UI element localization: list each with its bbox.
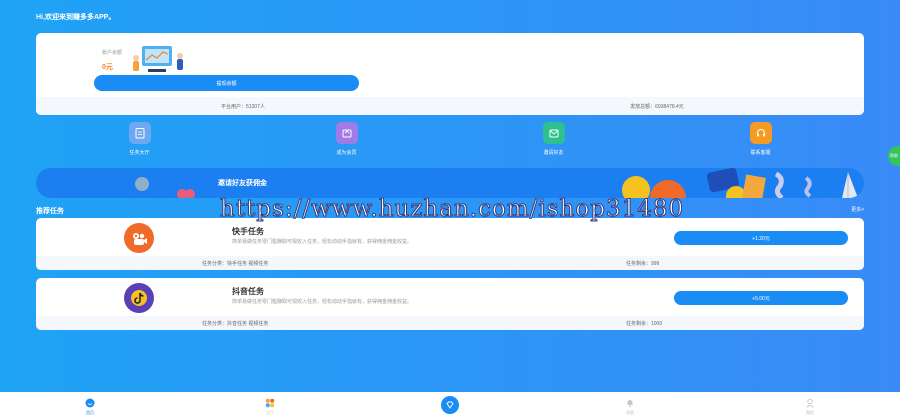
task-description: 简单易做任务零门槛赚取可观收入任务，轻松动动手指就有，获得佣金佣金收益。 <box>232 239 413 245</box>
douyin-icon <box>124 283 154 313</box>
watermark-text: https://www.huzhan.com/ishop31480 <box>219 196 685 223</box>
menu-label: 成为会员 <box>336 150 357 156</box>
nav-item-profile[interactable]: 我的 <box>760 392 860 418</box>
task-card[interactable]: 抖音任务 简单易做任务零门槛赚取可观收入任务，轻松动动手指就有，获得佣金佣金收益… <box>36 278 864 330</box>
quick-menu: 任务大厅 成为会员 邀请好友 联系客服 <box>36 122 864 164</box>
nav-item-home[interactable]: 首页 <box>40 392 140 418</box>
kuaishou-icon <box>124 223 154 253</box>
menu-label: 邀请好友 <box>543 150 564 156</box>
task-remaining: 任务剩余：999 <box>626 261 660 267</box>
crown-icon <box>335 122 358 144</box>
greeting-text: Hi,欢迎来到赚多多APP。 <box>36 14 116 21</box>
nav-label: 我的 <box>806 410 814 415</box>
task-description: 简单易做任务零门槛赚取可观收入任务，轻松动动手指就有，获得佣金佣金收益。 <box>232 299 413 305</box>
task-category: 任务分类：快手任务 视频任务 <box>202 261 269 267</box>
task-name: 抖音任务 <box>232 287 264 296</box>
task-name: 快手任务 <box>232 227 264 236</box>
menu-label: 任务大厅 <box>129 150 150 156</box>
task-category: 任务分类：抖音任务 视频任务 <box>202 321 269 327</box>
task-reward-button[interactable]: +1.20元 <box>674 231 848 245</box>
user-icon <box>806 398 814 408</box>
bell-icon <box>627 400 633 408</box>
more-link[interactable]: 更多> <box>851 206 864 213</box>
task-card[interactable]: 快手任务 简单易做任务零门槛赚取可观收入任务，轻松动动手指就有，获得佣金佣金收益… <box>36 218 864 270</box>
nav-item-messages[interactable]: 消息 <box>580 392 680 418</box>
stats-row: 平台用户：51307人 发放总额：6938478.4元 <box>36 97 864 115</box>
menu-item-invite[interactable]: 邀请好友 <box>514 122 594 164</box>
section-title: 推荐任务 <box>36 208 64 215</box>
task-remaining: 任务剩余：1000 <box>626 321 663 327</box>
total-payout-stat: 发放总额：6938478.4元 <box>630 103 684 110</box>
nav-item-hall[interactable]: 大厅 <box>220 392 320 418</box>
nav-label: 消息 <box>626 410 634 415</box>
bottom-nav: 首页 大厅 消息 我的 <box>0 392 900 418</box>
envelope-icon <box>542 122 565 144</box>
menu-label: 联系客服 <box>750 150 771 156</box>
invite-banner[interactable]: 邀请好友获佣金 <box>36 168 864 198</box>
menu-item-membership[interactable]: 成为会员 <box>307 122 387 164</box>
nav-label: 首页 <box>86 410 94 415</box>
banner-decoration <box>135 168 858 198</box>
clipboard-icon <box>128 122 151 144</box>
balance-value: 0元 <box>102 64 113 71</box>
menu-item-support[interactable]: 联系客服 <box>721 122 801 164</box>
diamond-icon <box>439 394 461 416</box>
nav-label: 大厅 <box>266 410 274 415</box>
hall-icon <box>265 398 275 408</box>
task-meta: 任务分类：快手任务 视频任务 任务剩余：999 <box>36 256 864 270</box>
task-reward-button[interactable]: +5.00元 <box>674 291 848 305</box>
nav-item-center[interactable] <box>400 392 500 418</box>
home-icon <box>85 398 95 408</box>
menu-item-task-hall[interactable]: 任务大厅 <box>100 122 180 164</box>
balance-label: 账户余额 <box>102 50 123 56</box>
headset-icon <box>749 122 772 144</box>
side-help-tab[interactable]: 帮助 <box>888 146 900 166</box>
task-meta: 任务分类：抖音任务 视频任务 任务剩余：1000 <box>36 316 864 330</box>
balance-card: 账户余额 0元 提现余额 平台用户：51307人 发放总额：6938478.4元 <box>36 33 864 115</box>
banner-title: 邀请好友获佣金 <box>218 180 267 187</box>
platform-users-stat: 平台用户：51307人 <box>221 103 265 110</box>
balance-illustration <box>133 46 183 72</box>
withdraw-button[interactable]: 提现余额 <box>94 75 359 91</box>
